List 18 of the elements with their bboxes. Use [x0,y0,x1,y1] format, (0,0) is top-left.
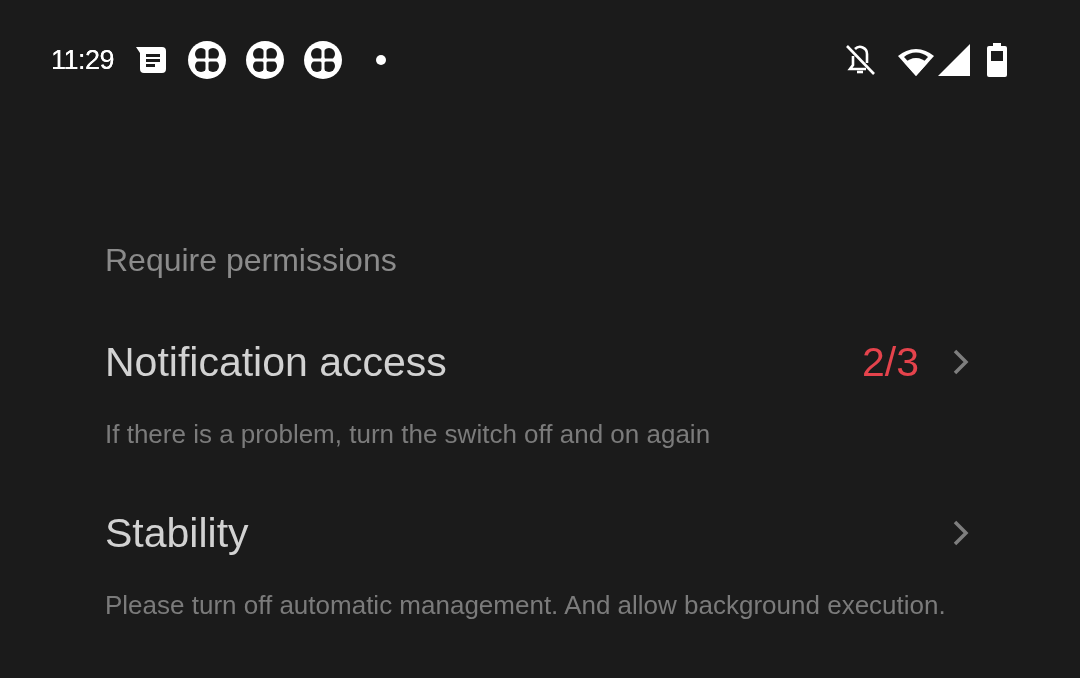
chevron-right-icon[interactable] [952,349,970,375]
chevron-right-icon[interactable] [952,520,970,546]
section-header: Require permissions [105,241,398,279]
setting-title[interactable]: Stability [105,509,249,557]
signal-icon [938,44,970,76]
clover-icon [188,41,227,79]
wifi-icon [898,48,934,76]
dot-icon [376,55,387,65]
battery-icon [987,43,1007,77]
setting-title[interactable]: Notification access [105,338,447,386]
progress-count: 2/3 [862,338,919,386]
setting-description: Please turn off automatic management. And allow background execution. [105,589,947,621]
message-icon [136,47,167,73]
bell-off-icon [844,44,876,76]
clover-icon [304,41,343,79]
clover-icon [246,41,285,79]
setting-description: If there is a problem, turn the switch off and on again [105,418,712,450]
clock-time: 11:29 [51,43,115,77]
